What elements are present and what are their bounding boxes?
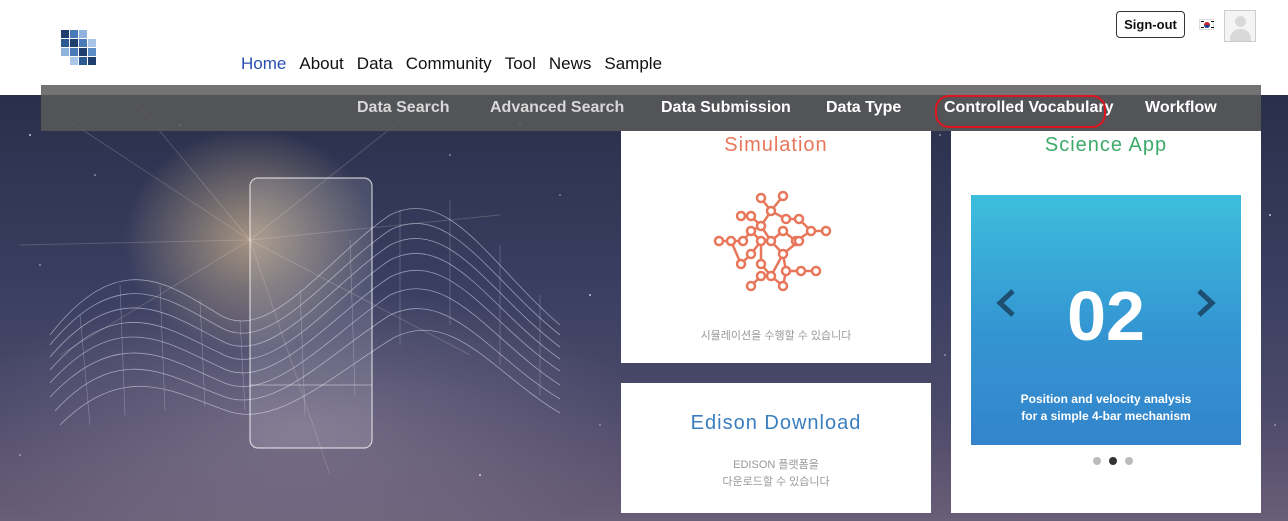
science-app-title: Science App <box>1044 134 1168 156</box>
slide-caption: Position and velocity analysis for a sim… <box>971 391 1241 425</box>
nav-sample[interactable]: Sample <box>604 54 662 74</box>
subnav-data-type[interactable]: Data Type <box>826 99 901 117</box>
slider-pagination <box>1093 457 1133 465</box>
nav-data[interactable]: Data <box>357 54 393 74</box>
site-header: Home About Data Community Tool News Samp… <box>0 0 1288 95</box>
nav-news[interactable]: News <box>549 54 592 74</box>
subnav-advanced-search[interactable]: Advanced Search <box>490 99 624 117</box>
nav-community[interactable]: Community <box>406 54 492 74</box>
edison-download-card[interactable]: Edison Download EDISON 플랫폼을 다운로드할 수 있습니다 <box>621 383 931 513</box>
edison-subtitle-line1: EDISON 플랫폼을 <box>733 459 819 471</box>
subnav-workflow[interactable]: Workflow <box>1145 99 1217 117</box>
simulation-card[interactable]: Simulation 시뮬레이션을 수행할 수 있습니다 <box>621 131 931 363</box>
slider-dot-1[interactable] <box>1093 457 1101 465</box>
nav-home[interactable]: Home <box>241 54 286 74</box>
slider-dot-2[interactable] <box>1109 457 1117 465</box>
korean-flag-icon[interactable] <box>1199 19 1214 30</box>
molecule-network-icon <box>713 190 832 292</box>
main-nav: Home About Data Community Tool News Samp… <box>241 54 662 74</box>
subnav-data-search[interactable]: Data Search <box>357 99 450 117</box>
nav-about[interactable]: About <box>299 54 343 74</box>
edison-subtitle-line2: 다운로드할 수 있습니다 <box>722 476 830 488</box>
simulation-title: Simulation <box>724 134 828 156</box>
simulation-subtitle: 시뮬레이션을 수행할 수 있습니다 <box>700 330 852 342</box>
slider-dot-3[interactable] <box>1125 457 1133 465</box>
subnav-data-submission[interactable]: Data Submission <box>661 99 791 117</box>
signout-button[interactable]: Sign-out <box>1116 11 1185 38</box>
edison-download-title: Edison Download <box>690 412 862 434</box>
site-logo[interactable] <box>61 30 99 68</box>
user-avatar[interactable] <box>1224 10 1256 42</box>
nav-tool[interactable]: Tool <box>505 54 536 74</box>
slide-caption-line2: for a simple 4-bar mechanism <box>1021 409 1191 423</box>
highlight-annotation <box>935 95 1106 128</box>
chevron-right-icon[interactable] <box>1191 288 1219 318</box>
science-app-slider[interactable]: 02 Position and velocity analysis for a … <box>971 195 1241 445</box>
slide-caption-line1: Position and velocity analysis <box>1020 392 1192 406</box>
